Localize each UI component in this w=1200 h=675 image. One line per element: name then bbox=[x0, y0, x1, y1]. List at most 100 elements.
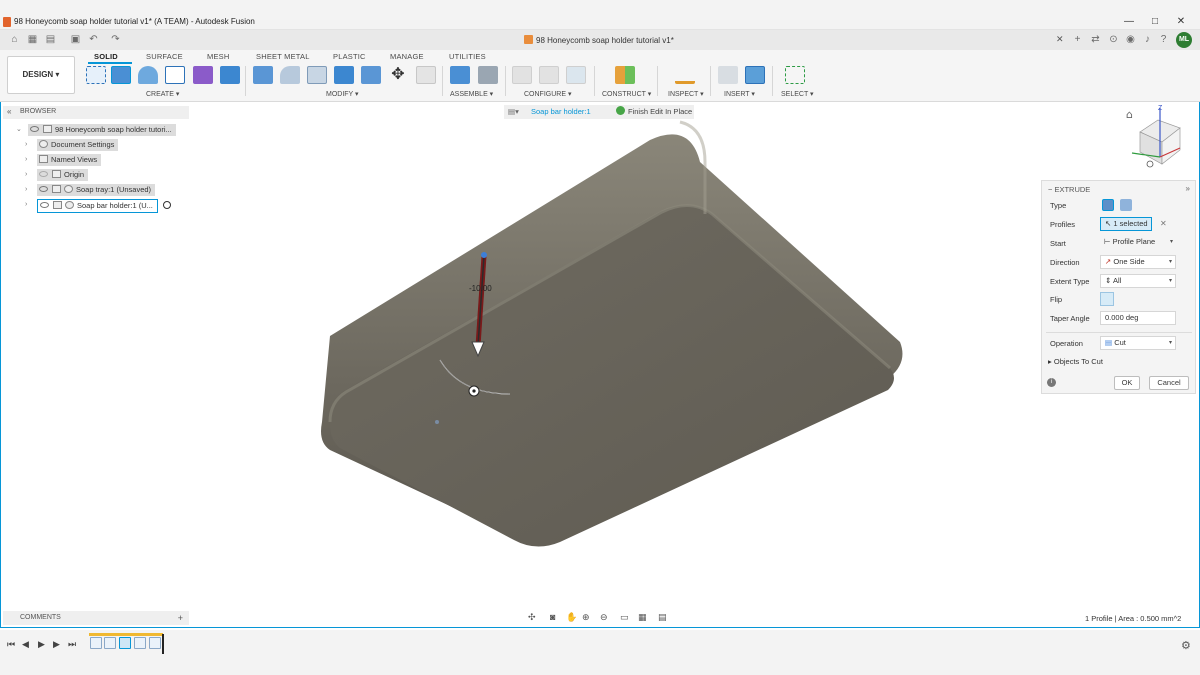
go-to-end-icon[interactable]: ⏭ bbox=[68, 639, 76, 650]
visibility-eye-icon[interactable] bbox=[40, 202, 49, 208]
chevron-right-icon[interactable]: › bbox=[25, 169, 27, 181]
visibility-eye-icon[interactable] bbox=[39, 171, 48, 177]
move-icon[interactable]: ✥ bbox=[388, 66, 408, 84]
maximize-button[interactable]: □ bbox=[1148, 15, 1162, 29]
create-form-icon[interactable] bbox=[193, 66, 213, 84]
activate-radio-icon[interactable] bbox=[162, 201, 171, 209]
taper-angle-input[interactable]: 0.000 deg bbox=[1100, 311, 1176, 325]
objects-to-cut-section[interactable]: ▸ Objects To Cut bbox=[1048, 357, 1103, 366]
tree-root[interactable]: ⌄ 98 Honeycomb soap holder tutori... bbox=[16, 124, 176, 136]
tab-sheet-metal[interactable]: SHEET METAL bbox=[256, 52, 310, 61]
close-document-tab-button[interactable]: ✕ bbox=[1056, 34, 1064, 45]
measure-icon[interactable] bbox=[675, 66, 695, 84]
operation-select[interactable]: ▤ Cut ▾ bbox=[1100, 336, 1176, 350]
configure-rule-icon[interactable] bbox=[539, 66, 559, 84]
tab-manage[interactable]: MANAGE bbox=[390, 52, 424, 61]
data-panel-icon[interactable]: ⇄ bbox=[1090, 34, 1101, 45]
sweep-icon[interactable] bbox=[165, 66, 185, 84]
tree-soap-tray[interactable]: › Soap tray:1 (Unsaved) bbox=[25, 184, 156, 196]
document-tab[interactable]: 98 Honeycomb soap holder tutorial v1* bbox=[524, 34, 674, 48]
comments-panel[interactable]: COMMENTS + bbox=[3, 611, 189, 625]
active-component-label[interactable]: Soap bar holder:1 bbox=[531, 105, 591, 119]
clear-selection-icon[interactable]: ✕ bbox=[1160, 219, 1167, 228]
inspect-menu[interactable]: INSPECT ▾ bbox=[668, 90, 704, 98]
undo-icon[interactable]: ↶ bbox=[88, 34, 99, 45]
grid-menu-icon[interactable]: ▦ bbox=[27, 34, 38, 45]
extensions-icon[interactable]: ⊙ bbox=[1108, 34, 1119, 45]
tab-surface[interactable]: SURFACE bbox=[146, 52, 183, 61]
chevron-right-icon[interactable]: › bbox=[25, 154, 27, 166]
cancel-button[interactable]: Cancel bbox=[1149, 376, 1189, 390]
model-canvas[interactable]: Z ⌂ bbox=[0, 102, 1200, 628]
visibility-eye-icon[interactable] bbox=[39, 186, 48, 192]
component-dropdown-icon[interactable]: ▤▾ bbox=[508, 105, 519, 119]
chevron-down-icon[interactable]: ⌄ bbox=[16, 124, 22, 136]
expand-panel-icon[interactable]: » bbox=[1186, 184, 1190, 193]
press-pull-icon[interactable] bbox=[253, 66, 273, 84]
add-comment-icon[interactable]: + bbox=[178, 611, 183, 625]
timeline-marker[interactable] bbox=[162, 634, 164, 654]
finish-edit-in-place-button[interactable]: Finish Edit In Place bbox=[616, 105, 692, 119]
close-window-button[interactable]: ✕ bbox=[1174, 15, 1188, 29]
insert-menu[interactable]: INSERT ▾ bbox=[724, 90, 755, 98]
fillet-icon[interactable] bbox=[280, 66, 300, 84]
tree-soap-bar-holder[interactable]: › Soap bar holder:1 (U... bbox=[25, 199, 171, 213]
collapse-icon[interactable]: « bbox=[7, 107, 11, 116]
tree-named-views[interactable]: › Named Views bbox=[25, 154, 102, 166]
grid-settings-icon[interactable]: ▦ bbox=[638, 612, 648, 622]
type-solid-icon[interactable] bbox=[1102, 199, 1114, 211]
type-thin-icon[interactable] bbox=[1120, 199, 1132, 211]
visibility-eye-icon[interactable] bbox=[30, 126, 39, 132]
tab-plastic[interactable]: PLASTIC bbox=[333, 52, 366, 61]
save-icon[interactable]: ▣ bbox=[70, 34, 81, 45]
insert-canvas-icon[interactable] bbox=[745, 66, 765, 84]
tab-solid[interactable]: SOLID bbox=[94, 52, 118, 61]
home-icon[interactable]: ⌂ bbox=[9, 34, 20, 45]
pan-icon[interactable]: ✋ bbox=[566, 612, 577, 622]
tree-origin[interactable]: › Origin bbox=[25, 169, 89, 181]
tree-document-settings[interactable]: › Document Settings bbox=[25, 139, 119, 151]
job-status-icon[interactable]: ◉ bbox=[1125, 34, 1136, 45]
browser-panel-header[interactable]: « BROWSER bbox=[3, 106, 189, 119]
extrude-icon[interactable] bbox=[111, 66, 131, 84]
timeline-feature-extrude[interactable] bbox=[104, 637, 116, 649]
fit-icon[interactable]: ⊖ bbox=[600, 612, 610, 622]
workspace-switcher[interactable]: DESIGN ▾ bbox=[7, 56, 75, 94]
timeline-feature-shell[interactable] bbox=[149, 637, 161, 649]
minimize-button[interactable]: — bbox=[1122, 15, 1136, 29]
tab-utilities[interactable]: UTILITIES bbox=[449, 52, 486, 61]
step-back-icon[interactable]: ◀ bbox=[22, 639, 29, 650]
construct-menu[interactable]: CONSTRUCT ▾ bbox=[602, 90, 651, 98]
revolve-icon[interactable] bbox=[138, 66, 158, 84]
orbit-icon[interactable]: ✣ bbox=[528, 612, 538, 622]
play-icon[interactable]: ▶ bbox=[38, 639, 45, 650]
extent-type-select[interactable]: ⇕ All ▾ bbox=[1100, 274, 1176, 288]
combine-icon[interactable] bbox=[361, 66, 381, 84]
joint-icon[interactable] bbox=[478, 66, 498, 84]
configure-table-icon[interactable] bbox=[512, 66, 532, 84]
timeline-settings-gear-icon[interactable]: ⚙ bbox=[1181, 639, 1191, 652]
extrude-distance-label[interactable]: -10.00 bbox=[469, 284, 492, 293]
new-tab-icon[interactable]: + bbox=[1072, 34, 1083, 45]
box-icon[interactable] bbox=[220, 66, 240, 84]
chevron-right-icon[interactable]: › bbox=[25, 184, 27, 196]
new-component-icon[interactable] bbox=[450, 66, 470, 84]
create-sketch-icon[interactable] bbox=[86, 66, 106, 84]
chevron-right-icon[interactable]: › bbox=[25, 139, 27, 151]
chamfer-icon[interactable] bbox=[307, 66, 327, 84]
start-select[interactable]: ⊢ Profile Plane ▾ bbox=[1100, 236, 1176, 250]
look-at-icon[interactable]: ◙ bbox=[550, 612, 560, 622]
viewports-icon[interactable]: ▤ bbox=[658, 612, 668, 622]
step-forward-icon[interactable]: ▶ bbox=[53, 639, 60, 650]
go-to-start-icon[interactable]: ⏮ bbox=[7, 639, 15, 650]
chevron-right-icon[interactable]: › bbox=[25, 199, 27, 211]
profiles-selection[interactable]: ↖ 1 selected bbox=[1100, 217, 1152, 231]
align-icon[interactable] bbox=[416, 66, 436, 84]
zoom-icon[interactable]: ⊕ bbox=[582, 612, 592, 622]
insert-derive-icon[interactable] bbox=[718, 66, 738, 84]
timeline-feature-fillet[interactable] bbox=[134, 637, 146, 649]
select-window-icon[interactable] bbox=[785, 66, 805, 84]
direction-select[interactable]: ↗ One Side ▾ bbox=[1100, 255, 1176, 269]
help-icon[interactable]: ? bbox=[1158, 34, 1169, 45]
configure-theme-icon[interactable] bbox=[566, 66, 586, 84]
